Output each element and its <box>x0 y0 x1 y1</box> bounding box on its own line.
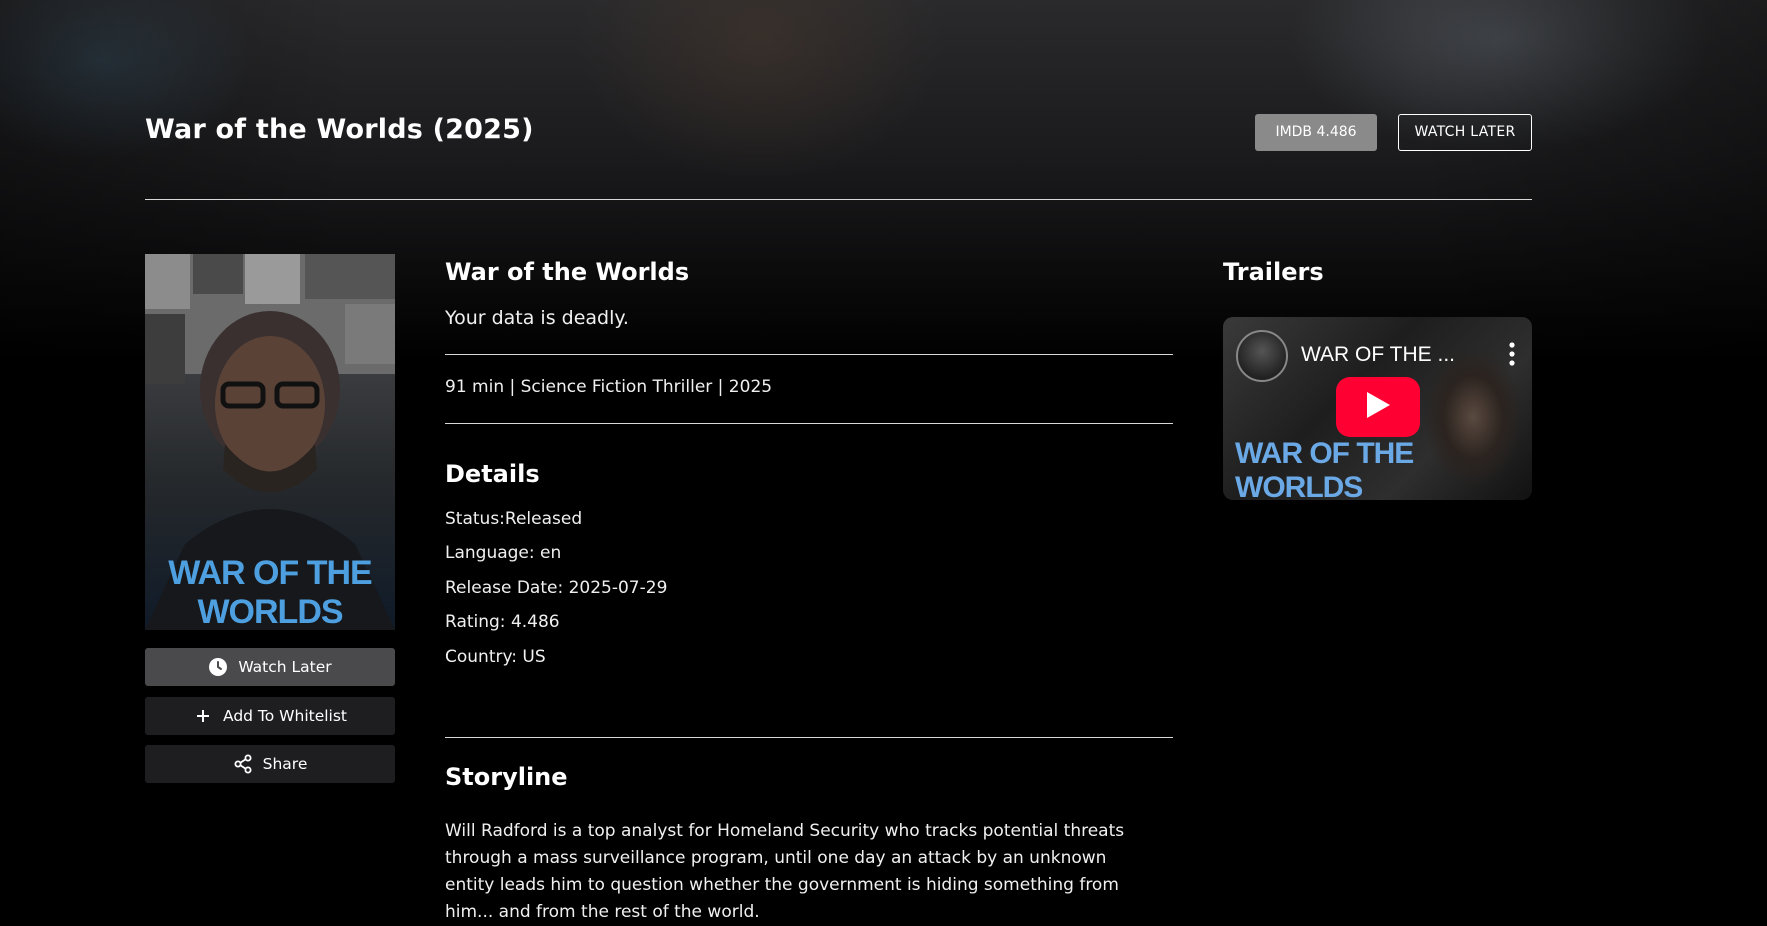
storyline-text: Will Radford is a top analyst for Homela… <box>445 821 1125 922</box>
trailers-heading: Trailers <box>1223 258 1324 286</box>
trailer-title[interactable]: WAR OF THE ... <box>1301 343 1455 367</box>
channel-avatar[interactable] <box>1236 330 1288 382</box>
detail-language: Language: en <box>445 543 562 563</box>
movie-meta: 91 min | Science Fiction Thriller | 2025 <box>445 377 773 397</box>
header-divider <box>145 199 1532 200</box>
add-to-whitelist-button[interactable]: Add To Whitelist <box>145 697 395 735</box>
share-icon <box>233 754 253 774</box>
movie-poster: WAR OF THE WORLDS <box>145 254 395 630</box>
watch-later-label: Watch Later <box>238 658 332 676</box>
movie-tagline: Your data is deadly. <box>445 307 629 329</box>
divider <box>445 423 1173 424</box>
play-icon <box>1365 391 1391 423</box>
movie-page: War of the Worlds (2025) IMDB 4.486 WATC… <box>145 0 1532 922</box>
clock-icon <box>208 657 228 677</box>
detail-status: Status:Released <box>445 509 583 529</box>
details-heading: Details <box>445 460 540 488</box>
movie-name: War of the Worlds <box>445 258 690 286</box>
poster-title-text: WAR OF THE WORLDS <box>168 554 372 630</box>
page-title: War of the Worlds (2025) <box>145 114 534 145</box>
imdb-rating-badge[interactable]: IMDB 4.486 <box>1255 114 1377 151</box>
more-options-icon[interactable] <box>1507 341 1517 367</box>
detail-rating: Rating: 4.486 <box>445 612 560 632</box>
plus-icon <box>193 706 213 726</box>
share-button[interactable]: Share <box>145 745 395 783</box>
play-button[interactable] <box>1336 377 1420 437</box>
trailer-logo-text: WAR OF THE WORLDS <box>1235 437 1414 500</box>
trailer-video[interactable]: WAR OF THE ... WAR OF THE WORLDS <box>1223 317 1532 500</box>
storyline-heading: Storyline <box>445 763 568 791</box>
detail-country: Country: US <box>445 647 546 667</box>
share-label: Share <box>262 755 308 773</box>
watch-later-header-button[interactable]: WATCH LATER <box>1398 114 1532 151</box>
detail-release-date: Release Date: 2025-07-29 <box>445 578 668 598</box>
watch-later-button[interactable]: Watch Later <box>145 648 395 686</box>
divider <box>445 354 1173 355</box>
divider <box>445 737 1173 738</box>
add-to-whitelist-label: Add To Whitelist <box>222 707 347 725</box>
